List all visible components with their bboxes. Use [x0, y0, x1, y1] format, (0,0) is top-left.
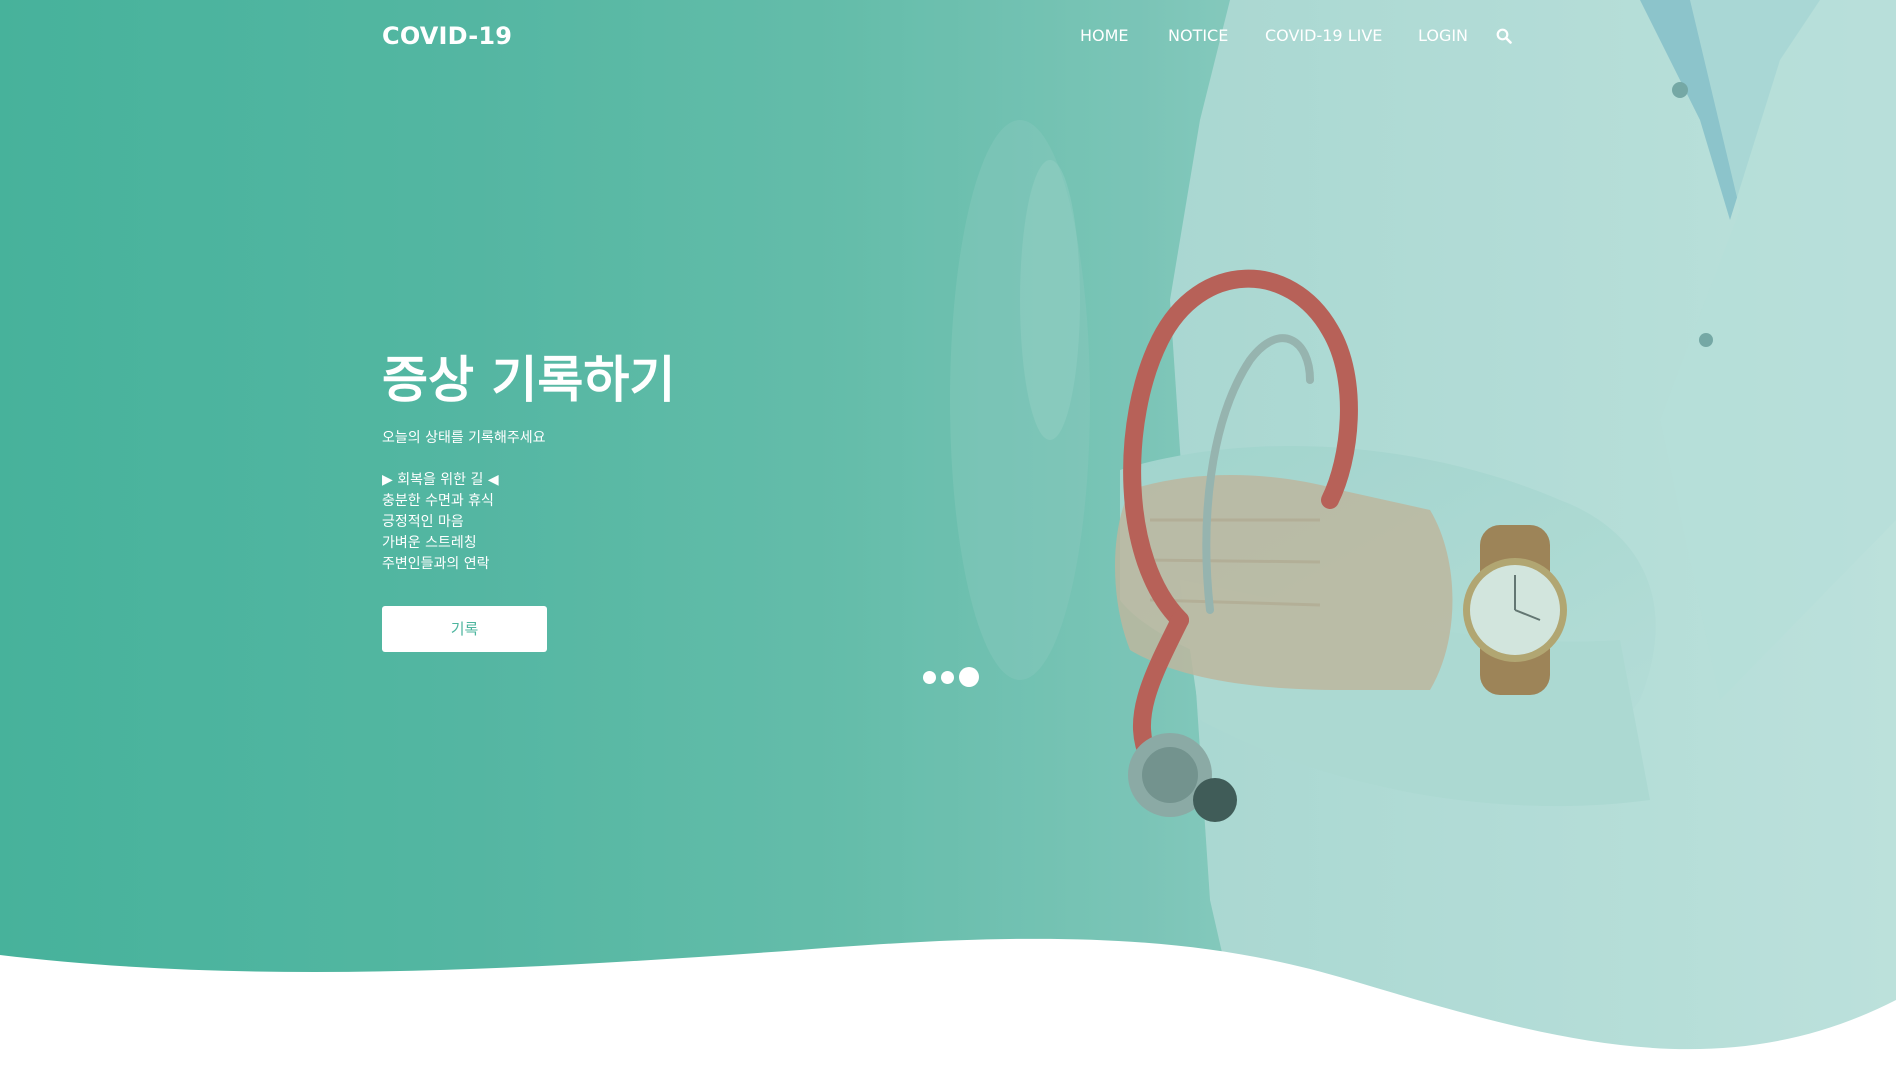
search-icon[interactable]: [1496, 28, 1512, 44]
hero-subtitle: 오늘의 상태를 기록해주세요: [382, 430, 546, 446]
slider-dot-2[interactable]: [941, 670, 954, 684]
tip-item: 가벼운 스트레칭: [382, 535, 477, 551]
nav-notice[interactable]: NOTICE: [1168, 26, 1228, 45]
slider-dot-3-active[interactable]: [959, 667, 979, 687]
slider-pagination: [923, 667, 979, 687]
page-title: 증상 기록하기: [382, 351, 676, 409]
nav-login[interactable]: LOGIN: [1418, 26, 1468, 45]
top-navigation: COVID-19 HOME NOTICE COVID-19 LIVE LOGIN: [0, 0, 1896, 74]
tip-item: 충분한 수면과 휴식: [382, 493, 494, 509]
record-button[interactable]: 기록: [382, 606, 547, 652]
nav-home[interactable]: HOME: [1080, 26, 1129, 45]
tip-item: 긍정적인 마음: [382, 514, 464, 530]
hero-content: 증상 기록하기 오늘의 상태를 기록해주세요 ▶ 회복을 위한 길 ◀ 충분한 …: [382, 350, 982, 575]
nav-covid-live[interactable]: COVID-19 LIVE: [1265, 26, 1382, 45]
site-logo[interactable]: COVID-19: [382, 22, 512, 50]
recovery-tips-list: ▶ 회복을 위한 길 ◀ 충분한 수면과 휴식 긍정적인 마음 가벼운 스트레칭…: [382, 470, 982, 575]
tip-item: 주변인들과의 연락: [382, 556, 490, 572]
slider-dot-1[interactable]: [923, 670, 936, 684]
hero-section: COVID-19 HOME NOTICE COVID-19 LIVE LOGIN…: [0, 0, 1896, 1075]
tips-heading: ▶ 회복을 위한 길 ◀: [382, 472, 499, 488]
